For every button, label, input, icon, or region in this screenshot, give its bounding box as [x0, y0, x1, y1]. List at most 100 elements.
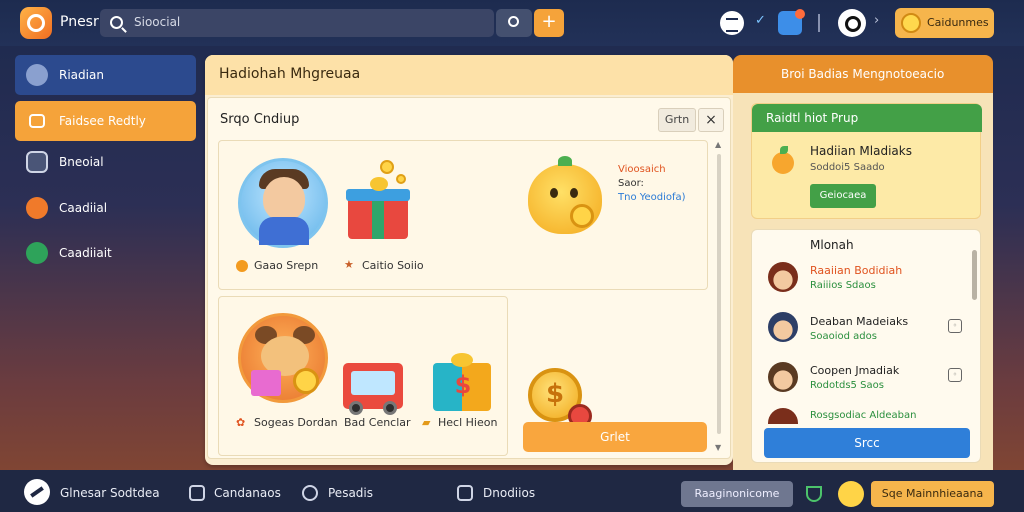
message-icon[interactable]: ◦ — [948, 319, 962, 333]
panel-body: Raidtl hiot Prup Hadiian Mladiaks Soddoi… — [733, 93, 993, 470]
gift-box-icon[interactable] — [346, 177, 410, 239]
list-item-status: Raiiios Sdaos — [810, 280, 876, 291]
message-icon[interactable]: ◦ — [948, 368, 962, 382]
brand-logo-icon[interactable] — [24, 479, 50, 505]
avatar[interactable] — [768, 362, 798, 392]
avatar[interactable] — [768, 262, 798, 292]
list-item-name: Raaiian Bodidiah — [810, 264, 903, 277]
list-item-status: Soaoiod ados — [810, 331, 877, 342]
search-icon — [110, 16, 123, 29]
card-title: Raidtl hiot Prup — [766, 111, 859, 125]
mascot-leaf — [558, 156, 572, 166]
gift-bow — [370, 177, 388, 191]
item-label: Gaao Srepn — [254, 259, 319, 272]
panel-header: Broi Badias Mengnotoeacio — [733, 55, 993, 93]
list-item-name: Rosgsodiac Aldeaban — [810, 410, 917, 421]
emoji-icon[interactable] — [838, 481, 864, 507]
mascot-eye — [570, 188, 578, 198]
search-text: Sioocial — [134, 15, 181, 29]
coin-icon — [380, 160, 394, 174]
status-pill[interactable]: Raaginonicome — [681, 481, 793, 507]
add-button[interactable]: + — [534, 9, 564, 37]
card-subtitle: Soddoi5 Saado — [810, 162, 885, 173]
sidebar-item-3[interactable]: Bneoial — [15, 142, 196, 182]
coin-icon — [570, 204, 594, 228]
bottom-nav-item[interactable]: Dnodiios — [483, 486, 535, 500]
promo-card: Raidtl hiot Prup Hadiian Mladiaks Soddoi… — [751, 103, 982, 219]
shield-icon[interactable] — [806, 486, 822, 502]
panel-title: Hadiohah Mhgreuaa — [219, 66, 361, 82]
lock-icon — [26, 151, 48, 173]
card-header: Raidtl hiot Prup — [752, 104, 982, 132]
get-button[interactable]: Grlet — [523, 422, 707, 452]
dollar-gift-icon[interactable]: $ — [433, 353, 491, 411]
calendar-icon[interactable] — [720, 11, 744, 35]
dialog-title: Srqo Cndiup — [220, 112, 300, 127]
scroll-track[interactable] — [717, 154, 721, 434]
character-avatar[interactable] — [238, 313, 328, 403]
dollar-symbol: $ — [454, 371, 472, 399]
sidebar-item-2[interactable]: Faidsee Redtly — [15, 101, 196, 141]
bottom-nav-item[interactable]: Candanaos — [214, 486, 281, 500]
user-icon — [26, 64, 48, 86]
bolt-icon — [26, 242, 48, 264]
item-label: Caitio Soiio — [362, 259, 424, 272]
close-button[interactable]: × — [698, 108, 724, 132]
circle-icon — [302, 485, 318, 501]
logo-ring-icon — [27, 14, 45, 32]
item-label: Hecl Hieon — [438, 416, 498, 429]
search-button[interactable] — [496, 9, 532, 37]
scrollbar[interactable] — [972, 250, 977, 300]
avatar-face — [263, 177, 305, 221]
sign-cart-icon[interactable] — [343, 363, 403, 415]
profile-avatar[interactable] — [838, 9, 866, 37]
promo-link[interactable]: Tno Yeodiofa) — [618, 192, 686, 203]
coin-icon — [293, 368, 319, 394]
gift-box — [348, 197, 408, 239]
list-item-name: Deaban Madeiaks — [810, 315, 909, 328]
gift-bow — [451, 353, 473, 367]
gift-icon — [251, 370, 281, 396]
scroll-down-icon[interactable]: ▼ — [715, 443, 721, 452]
mascot-eye — [550, 188, 558, 198]
bottom-nav-item[interactable]: Glnesar Sodtdea — [60, 486, 160, 500]
notification-badge — [795, 9, 805, 19]
promo-title: Vioosaich — [618, 164, 666, 175]
coins-button[interactable]: Caidunmes — [895, 8, 994, 38]
sidebar-item-label: Bneoial — [59, 155, 104, 169]
sidebar-item-1[interactable]: Riadian — [15, 55, 196, 95]
card-action-button[interactable]: Srcc — [764, 428, 970, 458]
card-name: Hadiian Mladiaks — [810, 144, 912, 158]
bottom-nav-item[interactable]: Pesadis — [328, 486, 373, 500]
scroll-up-icon[interactable]: ▲ — [715, 140, 721, 149]
chevron-right-icon[interactable]: › — [874, 13, 879, 28]
coin-icon — [236, 260, 248, 272]
character-avatar[interactable] — [238, 158, 328, 248]
search-icon — [508, 16, 519, 27]
sidebar-item-label: Caadiial — [59, 201, 108, 215]
list-item-status: Rodotds5 Saos — [810, 380, 884, 391]
avatar[interactable] — [768, 312, 798, 342]
right-panel: Broi Badias Mengnotoeacio Raidtl hiot Pr… — [733, 55, 993, 470]
mascot-image[interactable] — [528, 156, 602, 234]
sidebar-item-4[interactable]: Caadiial — [15, 188, 196, 228]
scrollbar[interactable]: ▲ ▼ — [714, 140, 724, 456]
sign-screen — [351, 371, 395, 395]
star-icon: ★ — [344, 258, 354, 271]
avatar-body — [259, 217, 309, 245]
dialog-action-button[interactable]: Grtn — [658, 108, 696, 132]
avatar[interactable] — [768, 408, 798, 424]
search-input[interactable]: Sioocial — [100, 9, 494, 37]
app-name: Pnesr — [60, 14, 99, 30]
gift-icon — [29, 114, 45, 128]
sidebar-item-5[interactable]: Caadiiait — [15, 233, 196, 273]
wheel — [383, 401, 397, 415]
coin-icon — [396, 174, 406, 184]
check-icon: ✓ — [755, 13, 766, 28]
card-action-button[interactable]: Geiocaea — [810, 184, 876, 208]
sidebar-item-label: Faidsee Redtly — [59, 114, 146, 128]
app-logo[interactable] — [20, 7, 52, 39]
cta-button[interactable]: Sqe Mainnhieaana — [871, 481, 994, 507]
coins-label: Caidunmes — [927, 16, 989, 29]
hat-icon: ▰ — [422, 416, 431, 429]
